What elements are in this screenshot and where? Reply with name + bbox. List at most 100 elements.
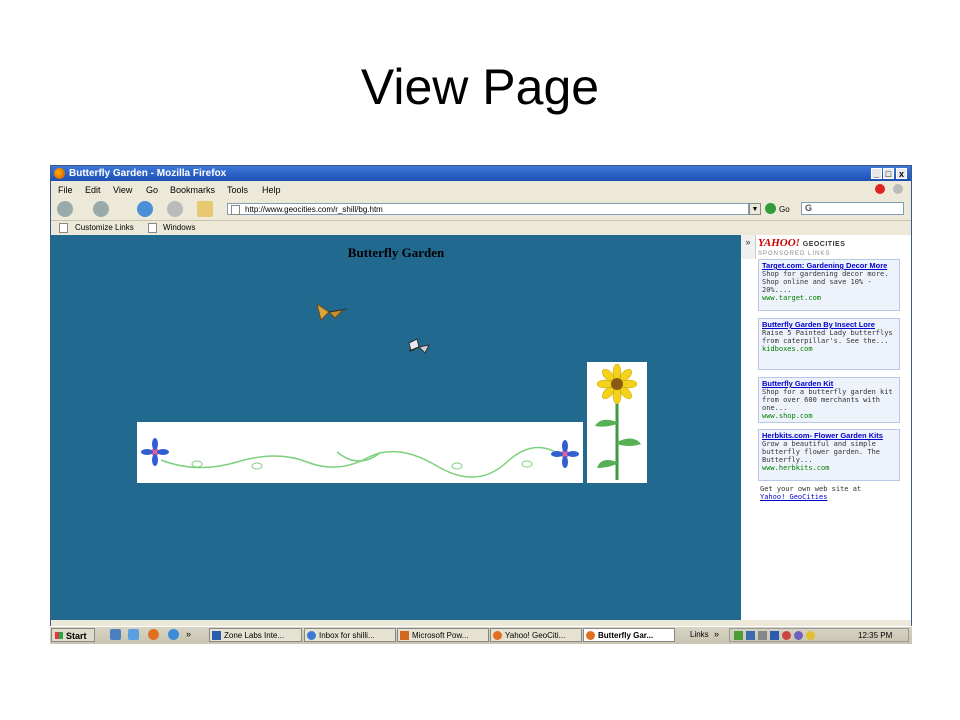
tray-icon[interactable] [758, 631, 767, 640]
ad-site-url[interactable]: www.herbkits.com [762, 464, 896, 472]
ad-block[interactable]: Butterfly Garden Kit Shop for a butterfl… [758, 377, 900, 423]
geocities-ad-sidebar: » YAHOO! GEOCITIES SPONSORED LINKS Targe… [741, 235, 911, 620]
yahoo-logo-text: YAHOO! [758, 237, 800, 249]
menu-help[interactable]: Help [262, 185, 281, 195]
search-input[interactable]: G [801, 202, 904, 215]
taskbar-clock[interactable]: 12:35 PM [858, 631, 892, 640]
start-button[interactable]: Start [51, 628, 95, 642]
bookmark-page-icon [148, 223, 157, 233]
bookmark-windows[interactable]: Windows [163, 223, 195, 232]
taskbar-item-label: Microsoft Pow... [412, 631, 469, 640]
tray-icon[interactable] [734, 631, 743, 640]
taskbar-item[interactable]: Yahoo! GeoCiti... [490, 628, 582, 642]
garden-vine-banner [137, 422, 583, 483]
ad-description: Grow a beautiful and simple butterfly fl… [762, 440, 881, 464]
menu-file[interactable]: File [58, 185, 73, 195]
quicklaunch-app-icon[interactable] [128, 629, 139, 640]
taskbar-item-active[interactable]: Butterfly Gar... [583, 628, 675, 642]
start-label: Start [66, 631, 87, 641]
stop-update-icon[interactable] [875, 184, 885, 194]
sponsored-links-label: SPONSORED LINKS [758, 251, 831, 257]
get-site-text: Get your own web site at [760, 485, 862, 493]
get-site-link[interactable]: Yahoo! GeoCities [760, 493, 861, 501]
ad-description: Raise 5 Painted Lady butterflys from cat… [762, 329, 893, 345]
get-site-promo: Get your own web site at Yahoo! GeoCitie… [760, 485, 861, 501]
throbber-icon [893, 184, 903, 194]
tray-icon[interactable] [770, 631, 779, 640]
menu-edit[interactable]: Edit [85, 185, 101, 195]
close-button[interactable]: x [896, 168, 907, 179]
page-heading: Butterfly Garden [347, 245, 445, 260]
blue-flower-right-icon [551, 440, 579, 468]
ad-block[interactable]: Target.com: Gardening Decor More Shop fo… [758, 259, 900, 311]
slide-title: View Page [360, 59, 600, 115]
home-icon[interactable] [197, 201, 213, 217]
yahoo-geocities-logo[interactable]: YAHOO! GEOCITIES [758, 237, 845, 249]
mail-icon [307, 631, 316, 640]
url-input[interactable]: http://www.geocities.com/r_shill/bg.htm [227, 203, 749, 215]
reload-icon[interactable] [137, 201, 153, 217]
tray-icon[interactable] [782, 631, 791, 640]
go-icon[interactable] [765, 203, 776, 214]
window-titlebar[interactable]: Butterfly Garden - Mozilla Firefox _ □ x [51, 166, 911, 181]
taskbar-item-label: Inbox for shilli... [319, 631, 375, 640]
window-title: Butterfly Garden - Mozilla Firefox [69, 168, 227, 179]
firefox-icon [493, 631, 502, 640]
bookmark-customize-links[interactable]: Customize Links [75, 223, 134, 232]
ad-title-link[interactable]: Butterfly Garden By Insect Lore [762, 321, 896, 329]
sunflower-icon [595, 363, 641, 480]
butterfly-1-icon [316, 302, 348, 321]
page-content: Butterfly Garden [51, 235, 741, 620]
ad-site-url[interactable]: www.target.com [762, 294, 896, 302]
menu-bar: File Edit View Go Bookmarks Tools Help [51, 182, 911, 198]
ad-block[interactable]: Butterfly Garden By Insect Lore Raise 5 … [758, 318, 900, 370]
ad-description: Shop for a butterfly garden kit from ove… [762, 388, 893, 412]
firefox-icon [54, 168, 65, 179]
tray-icon[interactable] [806, 631, 815, 640]
ad-title-link[interactable]: Herbkits.com- Flower Garden Kits [762, 432, 896, 440]
taskbar-item[interactable]: Microsoft Pow... [397, 628, 489, 642]
forward-icon[interactable] [93, 201, 109, 217]
ad-site-url[interactable]: kidboxes.com [762, 345, 896, 353]
navigation-toolbar: http://www.geocities.com/r_shill/bg.htm … [51, 199, 911, 219]
menu-bookmarks[interactable]: Bookmarks [170, 185, 215, 195]
links-toolbar-label[interactable]: Links [690, 630, 709, 639]
sidebar-collapse-button[interactable]: » [741, 235, 756, 259]
browser-window: Butterfly Garden - Mozilla Firefox _ □ x… [50, 165, 912, 627]
menu-tools[interactable]: Tools [227, 185, 248, 195]
menu-go[interactable]: Go [146, 185, 158, 195]
tray-icon[interactable] [794, 631, 803, 640]
bookmark-page-icon [59, 223, 68, 233]
quicklaunch-more-icon[interactable]: » [186, 629, 191, 639]
ad-description: Shop for gardening decor more. Shop onli… [762, 270, 889, 294]
ad-title-link[interactable]: Target.com: Gardening Decor More [762, 262, 896, 270]
page-icon [231, 205, 240, 215]
show-desktop-icon[interactable] [110, 629, 121, 640]
sunflower-image-box [587, 362, 647, 483]
vine-border-image [141, 438, 579, 478]
url-dropdown-button[interactable]: ▼ [749, 203, 761, 215]
links-more-icon[interactable]: » [714, 629, 719, 639]
ie-quicklaunch-icon[interactable] [168, 629, 179, 640]
windows-logo-icon [55, 632, 63, 639]
taskbar-item[interactable]: Inbox for shilli... [304, 628, 396, 642]
ad-site-url[interactable]: www.shop.com [762, 412, 896, 420]
firefox-icon [586, 631, 595, 640]
go-button[interactable]: Go [779, 205, 790, 214]
taskbar-item[interactable]: Zone Labs Inte... [209, 628, 302, 642]
firefox-quicklaunch-icon[interactable] [148, 629, 159, 640]
maximize-button[interactable]: □ [883, 168, 894, 179]
stop-icon[interactable] [167, 201, 183, 217]
windows-taskbar: Start » Zone Labs Inte... Inbox for shil… [50, 626, 912, 644]
minimize-button[interactable]: _ [871, 168, 882, 179]
zonelabs-icon [212, 631, 221, 640]
system-tray: 12:35 PM [729, 628, 909, 642]
powerpoint-icon [400, 631, 409, 640]
back-icon[interactable] [57, 201, 73, 217]
ad-title-link[interactable]: Butterfly Garden Kit [762, 380, 896, 388]
taskbar-item-label: Butterfly Gar... [598, 631, 654, 640]
ad-block[interactable]: Herbkits.com- Flower Garden Kits Grow a … [758, 429, 900, 481]
geocities-logo-text: GEOCITIES [802, 241, 846, 248]
menu-view[interactable]: View [113, 185, 132, 195]
tray-icon[interactable] [746, 631, 755, 640]
